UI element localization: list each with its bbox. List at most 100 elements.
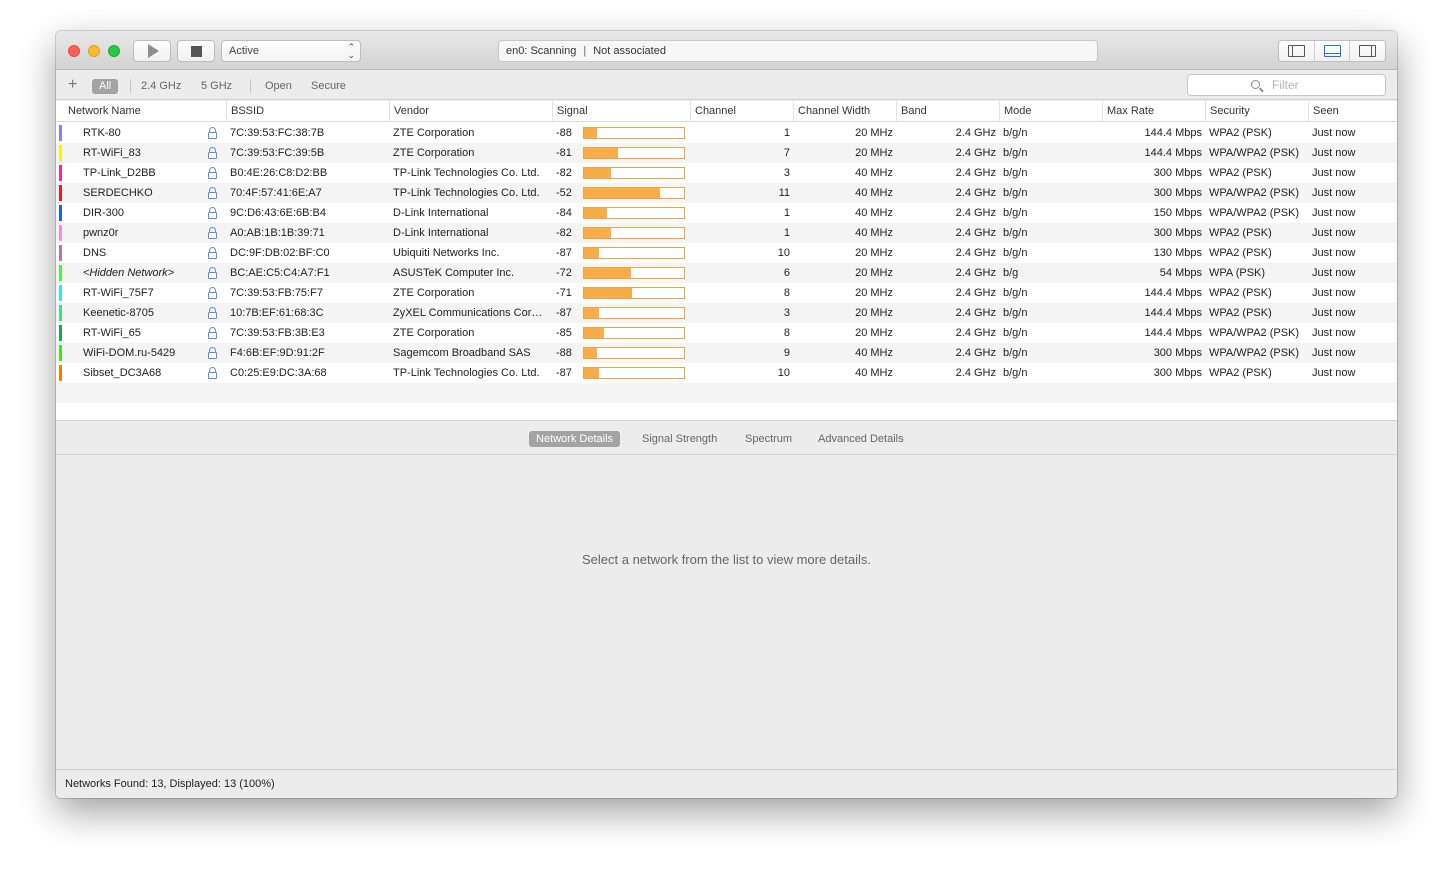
- cell-band: 2.4 GHz: [955, 147, 996, 159]
- toggle-bottom-pane-button[interactable]: [1315, 41, 1351, 61]
- column-max-rate[interactable]: Max Rate: [1103, 101, 1206, 122]
- filter-input[interactable]: [1272, 77, 1372, 93]
- cell-channel: 6: [783, 267, 790, 279]
- table-row[interactable]: RTK-80 7C:39:53:FC:38:7B ZTE Corporation -8…: [56, 123, 1397, 143]
- chevron-up-down-icon: ⌃ ⌄: [347, 42, 355, 60]
- signal-strength-fill: [584, 268, 631, 278]
- table-row[interactable]: DIR-300 9C:D6:43:6E:6B:B4 D-Link Internati…: [56, 203, 1397, 223]
- table-row[interactable]: RT-WiFi_83 7C:39:53:FC:39:5B ZTE Corporati…: [56, 143, 1397, 163]
- tab-spectrum[interactable]: Spectrum: [738, 431, 799, 447]
- cell-network-name: pwnz0r: [83, 227, 119, 239]
- cell-channel-width: 40 MHz: [855, 347, 893, 359]
- filter-search-box[interactable]: [1187, 74, 1386, 96]
- table-row[interactable]: RT-WiFi_65 7C:39:53:FB:3B:E3 ZTE Corporati…: [56, 323, 1397, 343]
- scan-mode-select[interactable]: Active ⌃ ⌄: [221, 40, 361, 62]
- column-signal[interactable]: Signal: [553, 101, 691, 122]
- cell-mode: b/g/n: [1003, 287, 1028, 299]
- filter-2-4-ghz[interactable]: 2.4 GHz: [141, 79, 181, 94]
- column-mode[interactable]: Mode: [1000, 101, 1103, 122]
- network-color-swatch: [59, 245, 62, 261]
- cell-signal-value: -71: [556, 287, 572, 299]
- toggle-left-pane-button[interactable]: [1279, 41, 1315, 61]
- column-channel-width[interactable]: Channel Width: [794, 101, 897, 122]
- cell-vendor: ZTE Corporation: [393, 127, 475, 139]
- network-color-swatch: [59, 125, 62, 141]
- filter-5-ghz[interactable]: 5 GHz: [201, 79, 232, 94]
- cell-max-rate: 54 Mbps: [1159, 267, 1202, 279]
- column-seen[interactable]: Seen: [1309, 101, 1397, 122]
- cell-signal-value: -87: [556, 367, 572, 379]
- column-bssid[interactable]: BSSID: [227, 101, 390, 122]
- table-row[interactable]: DNS DC:9F:DB:02:BF:C0 Ubiquiti Networks In…: [56, 243, 1397, 263]
- cell-vendor: Sagemcom Broadband SAS: [393, 347, 531, 359]
- signal-strength-fill: [584, 348, 597, 358]
- column-band[interactable]: Band: [897, 101, 1000, 122]
- lock-icon: [208, 207, 217, 219]
- signal-strength-bar: [583, 147, 685, 159]
- cell-signal-value: -87: [556, 247, 572, 259]
- cell-seen: Just now: [1312, 227, 1356, 239]
- signal-strength-bar: [583, 267, 685, 279]
- cell-seen: Just now: [1312, 287, 1356, 299]
- cell-channel: 1: [783, 207, 790, 219]
- filter-bar: + All 2.4 GHz 5 GHz Open Secure: [56, 71, 1397, 100]
- lock-icon: [208, 367, 217, 379]
- column-security[interactable]: Security: [1206, 101, 1309, 122]
- cell-seen: Just now: [1312, 267, 1356, 279]
- table-row[interactable]: Keenetic-8705 10:7B:EF:61:68:3C ZyXEL Comm…: [56, 303, 1397, 323]
- cell-security: WPA/WPA2 (PSK): [1209, 187, 1300, 199]
- sidebar-left-icon: [1287, 45, 1305, 57]
- table-row[interactable]: <Hidden Network> BC:AE:C5:C4:A7:F1 ASUSTeK…: [56, 263, 1397, 283]
- tab-network-details[interactable]: Network Details: [529, 431, 621, 447]
- zoom-window-button[interactable]: [108, 45, 120, 57]
- cell-network-name: RT-WiFi_75F7: [83, 287, 154, 299]
- cell-band: 2.4 GHz: [955, 167, 996, 179]
- filter-open[interactable]: Open: [265, 79, 292, 94]
- app-window: Active ⌃ ⌄ en0: Scanning | Not associated +…: [56, 31, 1397, 798]
- tab-signal-strength[interactable]: Signal Strength: [635, 431, 724, 447]
- network-color-swatch: [59, 345, 62, 361]
- add-filter-icon[interactable]: +: [68, 77, 77, 93]
- cell-seen: Just now: [1312, 367, 1356, 379]
- cell-signal-value: -85: [556, 327, 572, 339]
- cell-signal-value: -52: [556, 187, 572, 199]
- signal-strength-bar: [583, 207, 685, 219]
- column-vendor[interactable]: Vendor: [390, 101, 553, 122]
- table-row[interactable]: TP-Link_D2BB B0:4E:26:C8:D2:BB TP-Link Tec…: [56, 163, 1397, 183]
- start-scan-button[interactable]: [133, 40, 171, 62]
- cell-channel-width: 20 MHz: [855, 287, 893, 299]
- cell-mode: b/g/n: [1003, 347, 1028, 359]
- cell-band: 2.4 GHz: [955, 187, 996, 199]
- column-channel[interactable]: Channel: [691, 101, 794, 122]
- cell-vendor: ZyXEL Communications Corporation: [393, 307, 547, 319]
- table-row[interactable]: RT-WiFi_75F7 7C:39:53:FB:75:F7 ZTE Corpora…: [56, 283, 1397, 303]
- table-row[interactable]: Sibset_DC3A68 C0:25:E9:DC:3A:68 TP-Link Te…: [56, 363, 1397, 383]
- cell-signal-value: -88: [556, 127, 572, 139]
- cell-bssid: 10:7B:EF:61:68:3C: [230, 307, 324, 319]
- cell-security: WPA (PSK): [1209, 267, 1266, 279]
- signal-strength-fill: [584, 128, 597, 138]
- cell-network-name: TP-Link_D2BB: [83, 167, 156, 179]
- stop-scan-button[interactable]: [177, 40, 215, 62]
- column-network-name[interactable]: Network Name: [64, 101, 227, 122]
- filter-secure[interactable]: Secure: [311, 79, 346, 94]
- close-window-button[interactable]: [68, 45, 80, 57]
- toggle-right-pane-button[interactable]: [1350, 41, 1385, 61]
- networks-table: Network Name BSSID Vendor Signal Channel…: [56, 101, 1397, 420]
- table-row[interactable]: SERDECHKO 70:4F:57:41:6E:A7 TP-Link Techno…: [56, 183, 1397, 203]
- cell-channel: 3: [783, 167, 790, 179]
- cell-bssid: DC:9F:DB:02:BF:C0: [230, 247, 330, 259]
- table-row[interactable]: WiFi-DOM.ru-5429 F4:6B:EF:9D:91:2F Sagemco…: [56, 343, 1397, 363]
- tab-advanced-details[interactable]: Advanced Details: [811, 431, 911, 447]
- signal-strength-fill: [584, 288, 632, 298]
- filter-all[interactable]: All: [92, 79, 119, 94]
- minimize-window-button[interactable]: [88, 45, 100, 57]
- cell-channel-width: 20 MHz: [855, 327, 893, 339]
- signal-strength-bar: [583, 327, 685, 339]
- cell-mode: b/g/n: [1003, 207, 1028, 219]
- cell-bssid: 7C:39:53:FC:38:7B: [230, 127, 325, 139]
- lock-icon: [208, 227, 217, 239]
- lock-icon: [208, 307, 217, 319]
- cell-channel-width: 20 MHz: [855, 127, 893, 139]
- table-row[interactable]: pwnz0r A0:AB:1B:1B:39:71 D-Link Internatio…: [56, 223, 1397, 243]
